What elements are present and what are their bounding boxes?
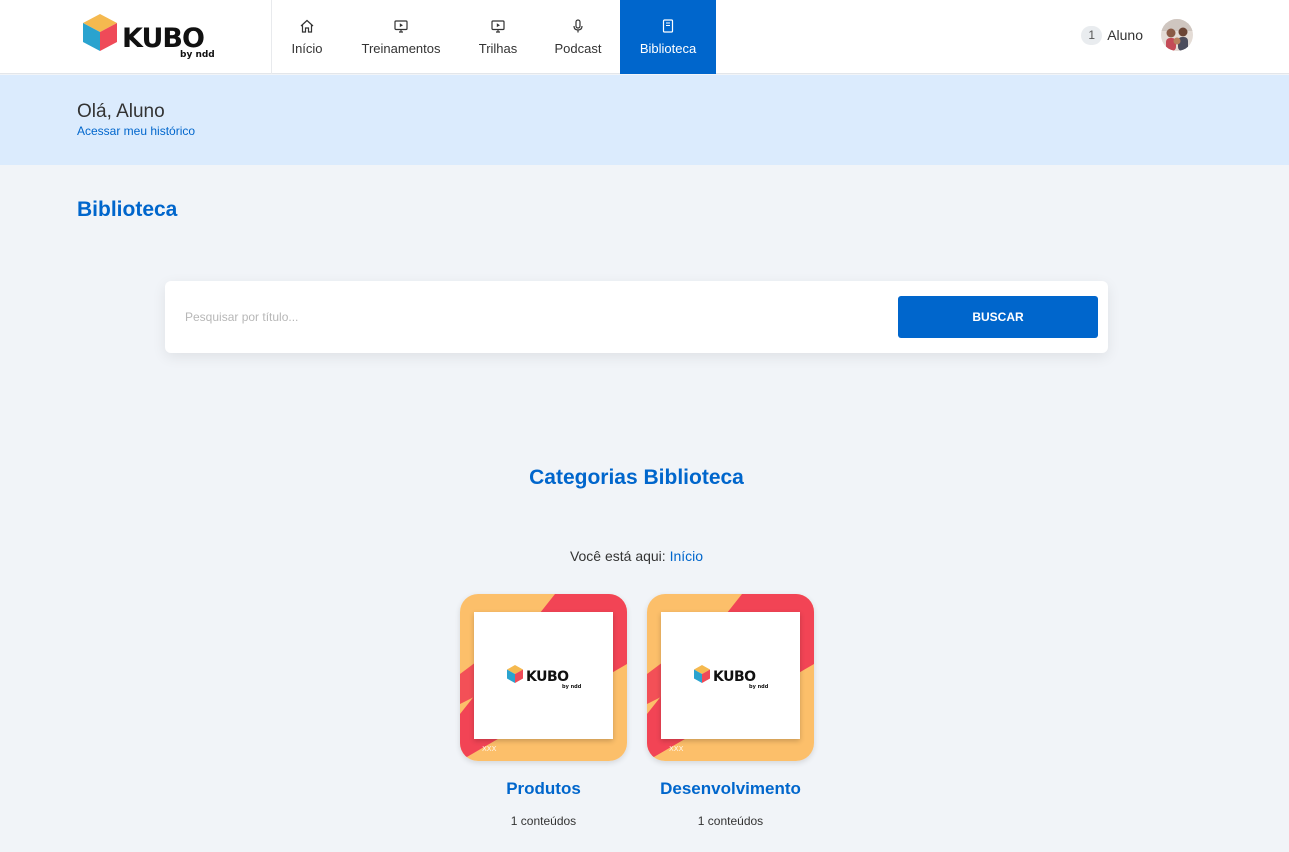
nav-item-trilhas[interactable]: Trilhas: [460, 0, 536, 74]
greeting-banner: Olá, Aluno Acessar meu histórico: [0, 75, 1289, 165]
breadcrumb-prefix: Você está aqui:: [569, 548, 666, 564]
monitor-play-icon: [393, 18, 409, 34]
categories-title: Categorias Biblioteca: [529, 466, 744, 489]
avatar-icon: [1161, 19, 1193, 51]
category-title[interactable]: Produtos: [440, 779, 647, 799]
category-title[interactable]: Desenvolvimento: [627, 779, 834, 799]
book-icon: [660, 18, 676, 34]
search-button[interactable]: BUSCAR: [898, 296, 1098, 338]
user-menu[interactable]: 1 Aluno: [1081, 19, 1193, 51]
category-thumbnail[interactable]: XXX KUBO by ndd: [460, 594, 627, 761]
kubo-logo-icon: KUBO by ndd: [506, 664, 582, 690]
history-link[interactable]: Acessar meu histórico: [77, 124, 195, 138]
category-count: 1 conteúdos: [697, 814, 764, 828]
nav-item-treinamentos[interactable]: Treinamentos: [342, 0, 460, 74]
nav-item-label: Biblioteca: [639, 41, 697, 56]
top-navbar: KUBO by ndd Início Treinamentos Trilhas: [0, 0, 1289, 74]
svg-text:by ndd: by ndd: [562, 684, 582, 690]
kubo-logo[interactable]: KUBO by ndd: [80, 12, 225, 60]
nav-item-inicio[interactable]: Início: [272, 0, 342, 74]
thumbnail-card: KUBO by ndd: [661, 612, 800, 739]
nav-item-label: Podcast: [554, 41, 602, 56]
nav-item-label: Treinamentos: [361, 41, 441, 56]
avatar[interactable]: [1161, 19, 1193, 51]
kubo-logo-icon: KUBO by ndd: [693, 664, 769, 690]
kubo-logo-icon: KUBO by ndd: [83, 14, 215, 60]
search-card: BUSCAR: [165, 281, 1108, 353]
nav-item-biblioteca[interactable]: Biblioteca: [620, 0, 716, 74]
nav-item-podcast[interactable]: Podcast: [536, 0, 620, 74]
home-icon: [299, 18, 315, 34]
microphone-icon: [570, 18, 586, 34]
greeting-text: Olá, Aluno: [77, 101, 165, 122]
page-title: Biblioteca: [77, 198, 178, 221]
nav-item-label: Trilhas: [478, 41, 518, 56]
search-input[interactable]: [185, 299, 885, 335]
svg-text:XXX: XXX: [669, 745, 684, 753]
breadcrumb: Você está aqui: Início: [0, 548, 1273, 564]
monitor-play-icon: [490, 18, 506, 34]
svg-text:by ndd: by ndd: [749, 684, 769, 690]
thumbnail-card: KUBO by ndd: [474, 612, 613, 739]
breadcrumb-link-inicio[interactable]: Início: [670, 548, 703, 564]
nav-item-label: Início: [291, 41, 323, 56]
svg-text:KUBO: KUBO: [526, 669, 569, 685]
main-nav: Início Treinamentos Trilhas Podcast Bibl…: [272, 0, 716, 74]
category-count: 1 conteúdos: [510, 814, 577, 828]
category-thumbnail[interactable]: XXX KUBO by ndd: [647, 594, 814, 761]
svg-text:by ndd: by ndd: [180, 50, 215, 60]
svg-text:XXX: XXX: [482, 745, 497, 753]
svg-text:KUBO: KUBO: [713, 669, 756, 685]
user-name[interactable]: Aluno: [1107, 27, 1143, 43]
notification-badge[interactable]: 1: [1081, 25, 1103, 45]
